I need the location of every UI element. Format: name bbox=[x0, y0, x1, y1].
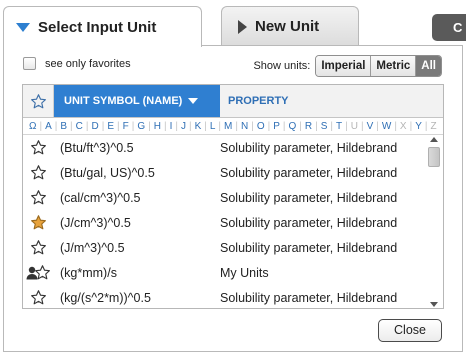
alphabet-letter[interactable]: M bbox=[222, 121, 234, 132]
favorite-toggle[interactable] bbox=[23, 139, 53, 156]
sort-down-icon bbox=[188, 98, 199, 104]
scrollbar-thumb[interactable] bbox=[428, 147, 440, 167]
metric-button[interactable]: Metric bbox=[371, 56, 417, 76]
corner-button[interactable]: C bbox=[432, 14, 466, 41]
tab-select-input-unit[interactable]: Select Input Unit bbox=[3, 6, 202, 47]
imperial-button[interactable]: Imperial bbox=[316, 56, 372, 76]
property-cell: Solubility parameter, Hildebrand bbox=[220, 215, 398, 230]
alphabet-letter[interactable]: K bbox=[193, 121, 204, 132]
unit-symbol-cell: (Btu/ft^3)^0.5 bbox=[60, 140, 134, 155]
unit-symbol-cell: (kg*mm)/s bbox=[60, 265, 117, 280]
alphabet-letter[interactable]: T bbox=[334, 121, 344, 132]
tab-new-unit[interactable]: New Unit bbox=[221, 6, 359, 46]
favorites-filter[interactable]: see only favorites bbox=[23, 57, 131, 70]
property-cell: Solubility parameter, Hildebrand bbox=[220, 140, 398, 155]
tab-label: Select Input Unit bbox=[38, 18, 157, 36]
all-button[interactable]: All bbox=[416, 56, 441, 76]
show-units-label: Show units: bbox=[253, 60, 311, 72]
alphabet-letter[interactable]: F bbox=[121, 121, 131, 132]
alphabet-letter[interactable]: E bbox=[105, 121, 116, 132]
table-row[interactable]: (J/m^3)^0.5 Solubility parameter, Hildebr… bbox=[23, 235, 426, 260]
star-outline-icon bbox=[30, 93, 46, 108]
column-header-label: UNIT SYMBOL (NAME) bbox=[64, 95, 183, 107]
units-list: (Btu/ft^3)^0.5 Solubility parameter, Hild… bbox=[23, 135, 426, 310]
alphabet-letter[interactable]: C bbox=[74, 121, 85, 132]
alphabet-letter[interactable]: O bbox=[255, 121, 267, 132]
favorite-toggle[interactable] bbox=[23, 289, 53, 306]
unit-symbol-cell: (Btu/gal, US)^0.5 bbox=[60, 165, 155, 180]
favorites-label: see only favorites bbox=[45, 57, 131, 70]
user-icon bbox=[26, 266, 38, 280]
unit-system-toggle: Imperial Metric All bbox=[315, 55, 442, 77]
alphabet-letter[interactable]: D bbox=[90, 121, 101, 132]
alphabet-letter[interactable]: Ω bbox=[27, 121, 38, 132]
alphabet-letter[interactable]: S bbox=[319, 121, 330, 132]
units-table: UNIT SYMBOL (NAME) PROPERTY Ω | A | B | C | D | E |… bbox=[22, 84, 444, 309]
alphabet-filter: Ω | A | B | C | D | E | F | G | H | I | J | K | L | M | N | O | P | Q | R | S |… bbox=[23, 118, 443, 135]
favorites-column-header[interactable] bbox=[23, 85, 54, 117]
close-button[interactable]: Close bbox=[378, 319, 442, 342]
table-row[interactable]: (Btu/gal, US)^0.5 Solubility parameter, H… bbox=[23, 160, 426, 185]
scroll-up-icon[interactable] bbox=[430, 137, 438, 142]
alphabet-letter[interactable]: R bbox=[303, 121, 314, 132]
alphabet-letter: Z bbox=[430, 120, 437, 132]
alphabet-letter[interactable]: V bbox=[365, 121, 376, 132]
star-outline-icon bbox=[30, 140, 46, 155]
alphabet-letter[interactable]: Y bbox=[413, 121, 424, 132]
alphabet-letter[interactable]: W bbox=[380, 121, 393, 132]
unit-symbol-cell: (kg/(s^2*m))^0.5 bbox=[60, 290, 151, 305]
table-row[interactable]: (kg*mm)/s My Units bbox=[23, 260, 426, 285]
alphabet-letter[interactable]: P bbox=[271, 121, 282, 132]
table-row[interactable]: (J/cm^3)^0.5 Solubility parameter, Hildeb… bbox=[23, 210, 426, 235]
property-cell: Solubility parameter, Hildebrand bbox=[220, 165, 398, 180]
alphabet-letter: X bbox=[399, 120, 407, 132]
alphabet-letter[interactable]: A bbox=[43, 121, 54, 132]
show-units-control: Show units: Imperial Metric All bbox=[253, 55, 442, 77]
favorite-toggle[interactable] bbox=[23, 189, 53, 206]
table-row[interactable]: (Btu/ft^3)^0.5 Solubility parameter, Hild… bbox=[23, 135, 426, 160]
alphabet-letter[interactable]: B bbox=[58, 121, 69, 132]
corner-button-label: C bbox=[453, 20, 463, 35]
property-cell: Solubility parameter, Hildebrand bbox=[220, 240, 398, 255]
star-outline-icon bbox=[30, 290, 46, 305]
unit-symbol-cell: (J/cm^3)^0.5 bbox=[60, 215, 131, 230]
property-cell: My Units bbox=[220, 265, 269, 280]
favorites-checkbox[interactable] bbox=[23, 57, 36, 70]
vertical-scrollbar[interactable] bbox=[428, 137, 441, 307]
alphabet-letter[interactable]: I bbox=[168, 121, 175, 132]
unit-symbol-cell: (J/m^3)^0.5 bbox=[60, 240, 125, 255]
star-filled-icon bbox=[30, 215, 46, 230]
tab-label: New Unit bbox=[255, 18, 320, 35]
unit-symbol-cell: (cal/cm^3)^0.5 bbox=[60, 190, 141, 205]
favorite-toggle[interactable] bbox=[23, 239, 53, 256]
alphabet-letter[interactable]: L bbox=[208, 121, 218, 132]
alphabet-letter[interactable]: Q bbox=[287, 121, 299, 132]
favorite-toggle[interactable] bbox=[23, 164, 53, 181]
property-cell: Solubility parameter, Hildebrand bbox=[220, 290, 398, 305]
column-header-label: PROPERTY bbox=[228, 95, 289, 107]
table-row[interactable]: (kg/(s^2*m))^0.5 Solubility parameter, Hi… bbox=[23, 285, 426, 310]
alphabet-letter[interactable]: G bbox=[135, 121, 147, 132]
favorite-toggle[interactable] bbox=[23, 214, 53, 231]
star-outline-icon bbox=[30, 240, 46, 255]
alphabet-letter[interactable]: H bbox=[152, 121, 163, 132]
star-outline-icon bbox=[30, 190, 46, 205]
triangle-right-icon bbox=[238, 19, 247, 34]
alphabet-letter[interactable]: N bbox=[239, 121, 250, 132]
star-outline-icon bbox=[30, 165, 46, 180]
property-cell: Solubility parameter, Hildebrand bbox=[220, 190, 398, 205]
table-row[interactable]: (cal/cm^3)^0.5 Solubility parameter, Hild… bbox=[23, 185, 426, 210]
table-header: UNIT SYMBOL (NAME) PROPERTY bbox=[23, 85, 443, 118]
unit-selection-panel: see only favorites Show units: Imperial … bbox=[3, 45, 463, 352]
column-header-property[interactable]: PROPERTY bbox=[220, 85, 443, 117]
column-header-unit-symbol[interactable]: UNIT SYMBOL (NAME) bbox=[54, 85, 220, 117]
alphabet-letter[interactable]: J bbox=[179, 121, 188, 132]
triangle-down-icon bbox=[16, 22, 30, 32]
scroll-down-icon[interactable] bbox=[430, 302, 438, 307]
alphabet-letter: U bbox=[350, 120, 358, 132]
favorite-toggle[interactable] bbox=[23, 264, 53, 281]
